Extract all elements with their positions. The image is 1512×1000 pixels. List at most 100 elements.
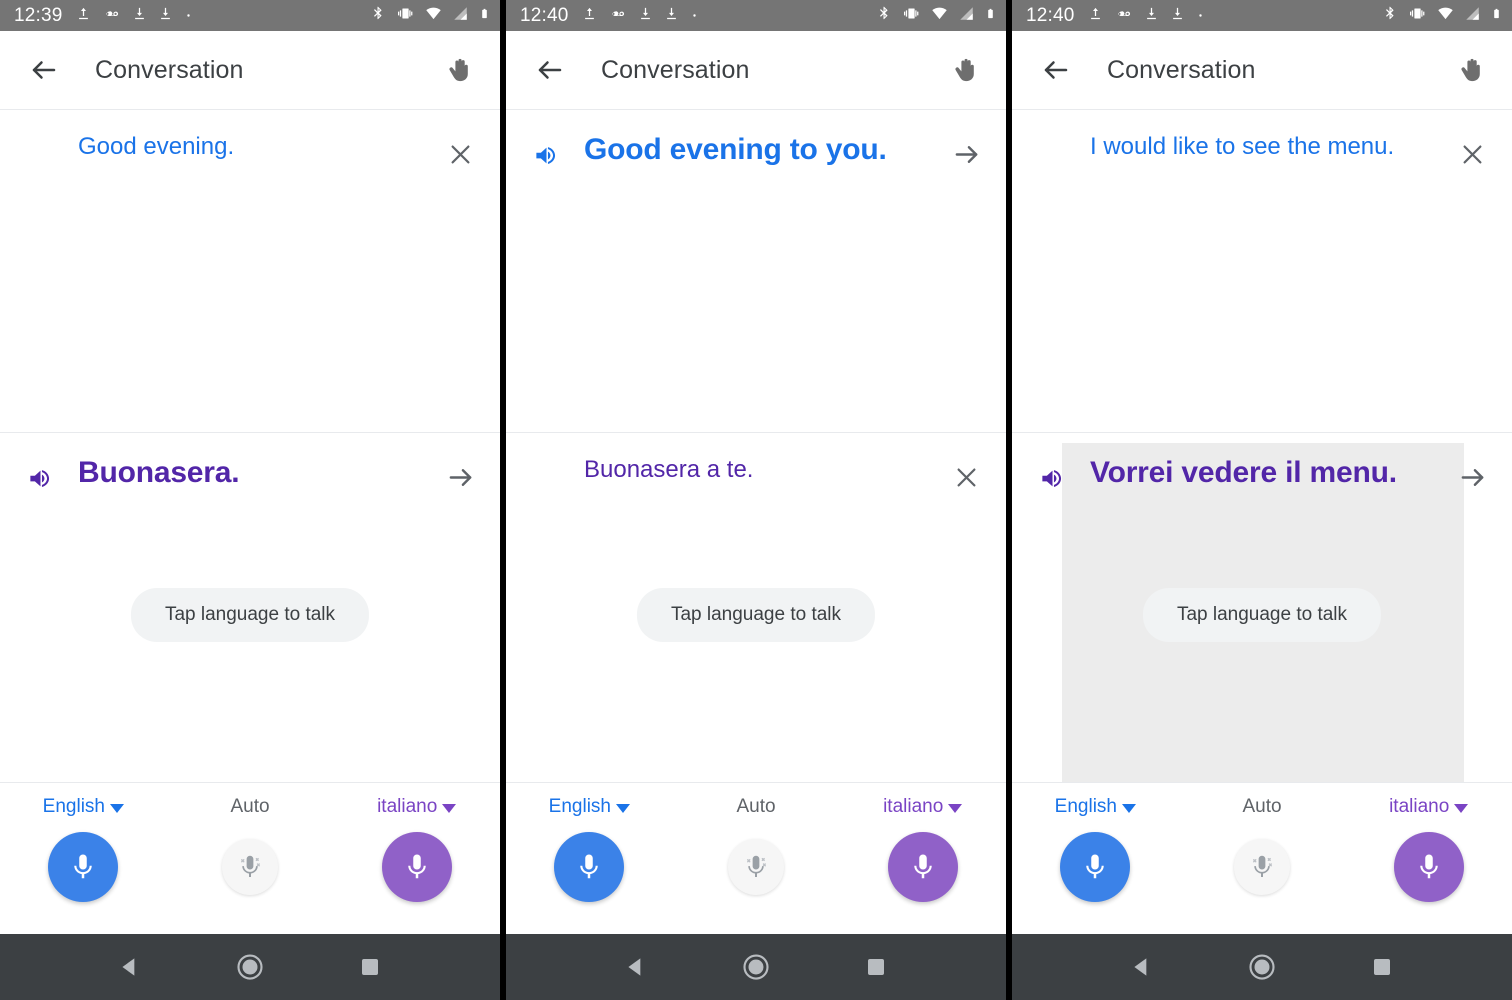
back-button[interactable]	[1036, 50, 1076, 90]
source-language-column: English	[1012, 795, 1179, 902]
source-mic-button[interactable]	[1060, 832, 1131, 902]
source-language-selector[interactable]: English	[549, 795, 630, 819]
source-language-selector[interactable]: English	[43, 795, 124, 819]
language-bar: English Auto italiano	[506, 782, 1006, 934]
target-mic-button[interactable]	[1393, 832, 1464, 902]
nav-back-icon[interactable]	[613, 944, 659, 990]
source-message-text: I would like to see the menu.	[1090, 133, 1395, 160]
status-bar: 12:40	[1012, 0, 1512, 31]
auto-language-column: Auto	[167, 795, 334, 895]
auto-label: Auto	[1242, 796, 1282, 817]
language-bar: English Auto italiano	[1012, 782, 1512, 934]
voicemail-icon	[102, 6, 121, 26]
source-language-label: English	[42, 796, 105, 817]
close-icon[interactable]	[1452, 134, 1492, 174]
source-message-text: Good evening to you.	[584, 133, 887, 166]
forward-arrow-icon[interactable]	[440, 457, 480, 497]
close-icon[interactable]	[946, 457, 986, 497]
back-button[interactable]	[24, 50, 64, 90]
close-icon[interactable]	[440, 134, 480, 174]
status-left-icons	[76, 6, 193, 26]
source-mic-button[interactable]	[48, 832, 119, 902]
target-language-selector[interactable]: italiano	[377, 795, 457, 819]
auto-mic-button[interactable]	[1234, 839, 1290, 895]
hand-pause-icon[interactable]	[438, 50, 478, 90]
download-icon	[158, 6, 173, 26]
nav-recents-icon[interactable]	[347, 944, 393, 990]
nav-home-icon[interactable]	[733, 944, 779, 990]
download-icon	[638, 6, 653, 26]
nav-recents-icon[interactable]	[853, 944, 899, 990]
wifi-icon	[1437, 6, 1454, 26]
status-bar: 12:39	[0, 0, 500, 31]
nav-home-icon[interactable]	[227, 944, 273, 990]
auto-language-column: Auto	[673, 795, 840, 895]
download-icon	[664, 6, 679, 26]
target-language-label: italiano	[883, 796, 944, 817]
app-bar: Conversation	[506, 31, 1006, 110]
download-icon	[132, 6, 147, 26]
forward-arrow-icon[interactable]	[946, 134, 986, 174]
signal-icon	[958, 6, 975, 26]
nav-recents-icon[interactable]	[1359, 944, 1405, 990]
three-panel-screenshot: 12:39 Conversation Good evening. Buonasera.…	[0, 0, 1512, 1000]
dot-icon	[184, 7, 193, 25]
battery-icon	[1491, 5, 1502, 27]
tap-language-tooltip: Tap language to talk	[130, 588, 370, 642]
chevron-down-icon	[948, 803, 963, 813]
hand-pause-icon[interactable]	[944, 50, 984, 90]
upload-icon	[76, 6, 91, 26]
auto-language-column: Auto	[1179, 795, 1346, 895]
tap-language-tooltip: Tap language to talk	[1142, 588, 1382, 642]
auto-mic-button[interactable]	[728, 839, 784, 895]
signal-icon	[452, 6, 469, 26]
vibrate-icon	[902, 6, 921, 26]
forward-arrow-icon[interactable]	[1452, 457, 1492, 497]
battery-icon	[479, 5, 490, 27]
conversation-area: Good evening to you. Buonasera a te. Tap l…	[506, 110, 1006, 782]
target-language-selector[interactable]: italiano	[883, 795, 963, 819]
bluetooth-icon	[877, 5, 892, 26]
conversation-row-source[interactable]: Good evening.	[0, 110, 500, 432]
tap-language-tooltip: Tap language to talk	[636, 588, 876, 642]
dot-icon	[690, 7, 699, 25]
download-icon	[1144, 6, 1159, 26]
wifi-icon	[425, 6, 442, 26]
vibrate-icon	[1408, 6, 1427, 26]
conversation-row-source[interactable]: Good evening to you.	[506, 110, 1006, 432]
signal-icon	[1464, 6, 1481, 26]
conversation-row-source[interactable]: I would like to see the menu.	[1012, 110, 1512, 432]
target-language-label: italiano	[1389, 796, 1450, 817]
target-language-selector[interactable]: italiano	[1389, 795, 1469, 819]
app-bar: Conversation	[0, 31, 500, 110]
voicemail-icon	[1114, 6, 1133, 26]
speaker-icon-target[interactable]	[24, 462, 56, 494]
target-language-column: italiano	[839, 795, 1006, 902]
android-nav-bar	[0, 934, 500, 1000]
nav-back-icon[interactable]	[1119, 944, 1165, 990]
source-message-text: Good evening.	[78, 133, 235, 160]
auto-label: Auto	[230, 796, 270, 817]
target-mic-button[interactable]	[887, 832, 958, 902]
hand-pause-icon[interactable]	[1450, 50, 1490, 90]
phone-screen-1: 12:39 Conversation Good evening. Buonasera.…	[0, 0, 500, 1000]
source-mic-button[interactable]	[554, 832, 625, 902]
app-bar: Conversation	[1012, 31, 1512, 110]
status-right-icons	[371, 5, 490, 27]
nav-home-icon[interactable]	[1239, 944, 1285, 990]
vibrate-icon	[396, 6, 415, 26]
auto-mic-button[interactable]	[222, 839, 278, 895]
nav-back-icon[interactable]	[107, 944, 153, 990]
dot-icon	[1196, 7, 1205, 25]
bluetooth-icon	[1383, 5, 1398, 26]
speaker-icon-target[interactable]	[1036, 462, 1068, 494]
upload-icon	[1088, 6, 1103, 26]
source-language-selector[interactable]: English	[1055, 795, 1136, 819]
android-nav-bar	[506, 934, 1006, 1000]
target-mic-button[interactable]	[381, 832, 452, 902]
speaker-icon-source[interactable]	[530, 139, 562, 171]
conversation-area: I would like to see the menu. Vorrei vede…	[1012, 110, 1512, 782]
target-message-text: Buonasera a te.	[584, 456, 754, 483]
back-button[interactable]	[530, 50, 570, 90]
status-time: 12:40	[520, 4, 569, 26]
